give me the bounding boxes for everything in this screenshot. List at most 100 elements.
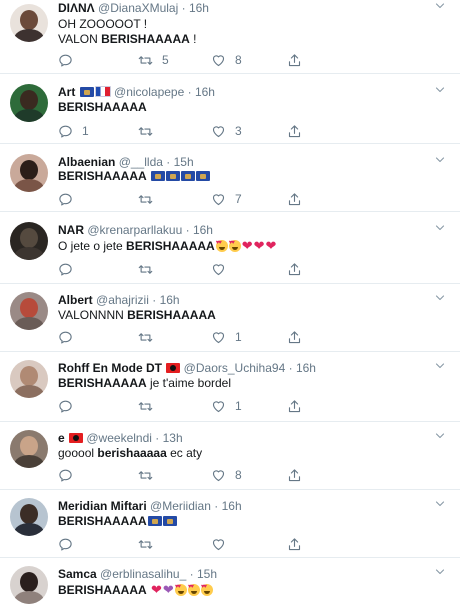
timestamp[interactable]: 16h — [189, 1, 209, 15]
retweet-button[interactable]: 5 — [138, 52, 169, 68]
retweet-icon — [138, 262, 153, 277]
reply-button[interactable] — [58, 467, 82, 483]
display-name[interactable]: Rohff En Mode DT — [58, 361, 162, 375]
timestamp[interactable]: 15h — [197, 567, 217, 581]
like-button[interactable]: 8 — [211, 467, 242, 483]
like-button[interactable]: 8 — [211, 52, 242, 68]
chevron-down-icon[interactable] — [434, 84, 446, 96]
france-flag-icon — [94, 86, 111, 97]
tweet[interactable]: Albaenian @__llda · 15h BERISHAAAAA 7 — [0, 144, 460, 212]
timestamp[interactable]: 16h — [193, 223, 213, 237]
user-handle[interactable]: @Meriidian — [150, 499, 211, 513]
tweet[interactable]: NAR @krenarparllakuu · 16h O jete o jete… — [0, 212, 460, 284]
tweet[interactable]: DIΛNΛ @DianaXMulaj · 16h OH ZOOOOOT ! VA… — [0, 0, 460, 74]
share-button[interactable] — [287, 398, 302, 414]
share-button[interactable] — [287, 536, 302, 552]
avatar[interactable] — [10, 84, 48, 122]
chevron-down-icon[interactable] — [434, 0, 446, 12]
retweet-button[interactable] — [138, 261, 162, 277]
tweet-actions: 1 3 — [58, 123, 448, 139]
avatar[interactable] — [10, 430, 48, 468]
chevron-down-icon[interactable] — [434, 430, 446, 442]
display-name[interactable]: Meridian Miftari — [58, 499, 147, 513]
tweet-header: DIΛNΛ @DianaXMulaj · 16h — [58, 1, 209, 15]
avatar[interactable] — [10, 222, 48, 260]
display-name[interactable]: Art — [58, 85, 75, 99]
share-button[interactable] — [287, 467, 302, 483]
timestamp[interactable]: 16h — [160, 293, 180, 307]
avatar[interactable] — [10, 4, 48, 42]
display-name[interactable]: NAR — [58, 223, 84, 237]
like-button[interactable]: 1 — [211, 398, 242, 414]
share-button[interactable] — [287, 52, 302, 68]
reply-button[interactable] — [58, 329, 82, 345]
chevron-down-icon[interactable] — [434, 360, 446, 372]
user-handle[interactable]: @krenarparllakuu — [87, 223, 182, 237]
user-handle[interactable]: @erblinasalihu_ — [100, 567, 186, 581]
purple-heart-icon: ❤ — [162, 582, 174, 597]
retweet-button[interactable] — [138, 191, 162, 207]
tweet[interactable]: e @weekelndi · 13h gooool berishaaaaa ec… — [0, 422, 460, 490]
avatar[interactable] — [10, 566, 48, 604]
tweet-actions: 7 — [58, 191, 448, 207]
avatar[interactable] — [10, 292, 48, 330]
timestamp[interactable]: 16h — [296, 361, 316, 375]
tweet[interactable]: Meridian Miftari @Meriidian · 16h BERISH… — [0, 490, 460, 558]
tweet[interactable]: Art @nicolapepe · 16h BERISHAAAAA 1 3 — [0, 74, 460, 144]
user-handle[interactable]: @Daors_Uchiha94 — [184, 361, 286, 375]
timestamp[interactable]: 16h — [222, 499, 242, 513]
reply-button[interactable] — [58, 261, 82, 277]
share-button[interactable] — [287, 261, 302, 277]
like-button[interactable]: 3 — [211, 123, 242, 139]
reply-button[interactable] — [58, 398, 82, 414]
share-icon — [287, 53, 302, 68]
heart-eyes-emoji-icon — [187, 584, 200, 596]
timestamp[interactable]: 15h — [174, 155, 194, 169]
reply-button[interactable]: 1 — [58, 123, 89, 139]
timestamp[interactable]: 13h — [163, 431, 183, 445]
chevron-down-icon[interactable] — [434, 498, 446, 510]
retweet-button[interactable] — [138, 536, 162, 552]
avatar[interactable] — [10, 360, 48, 398]
like-button[interactable] — [211, 261, 235, 277]
share-button[interactable] — [287, 191, 302, 207]
retweet-button[interactable] — [138, 123, 162, 139]
display-name[interactable]: Samca — [58, 567, 97, 581]
reply-button[interactable] — [58, 52, 82, 68]
user-handle[interactable]: @nicolapepe — [114, 85, 184, 99]
display-name[interactable]: Albert — [58, 293, 93, 307]
chevron-down-icon[interactable] — [434, 566, 446, 578]
reply-button[interactable] — [58, 191, 82, 207]
retweet-icon — [138, 537, 153, 552]
user-handle[interactable]: @weekelndi — [86, 431, 152, 445]
reply-icon — [58, 399, 73, 414]
like-button[interactable]: 1 — [211, 329, 242, 345]
display-name[interactable]: e — [58, 431, 65, 445]
user-handle[interactable]: @DianaXMulaj — [98, 1, 178, 15]
share-button[interactable] — [287, 123, 302, 139]
user-handle[interactable]: @ahajrizii — [96, 293, 149, 307]
tweet-text: BERISHAAAAA je t'aime bordel — [58, 376, 232, 390]
display-name[interactable]: DIΛNΛ — [58, 1, 95, 15]
retweet-button[interactable] — [138, 467, 162, 483]
avatar[interactable] — [10, 498, 48, 536]
timestamp[interactable]: 16h — [195, 85, 215, 99]
share-icon — [287, 124, 302, 139]
tweet[interactable]: Samca @erblinasalihu_ · 15h BERISHAAAAA … — [0, 558, 460, 604]
share-button[interactable] — [287, 329, 302, 345]
tweet[interactable]: Albert @ahajrizii · 16h VALONNNN BERISHA… — [0, 284, 460, 352]
display-name[interactable]: Albaenian — [58, 155, 115, 169]
chevron-down-icon[interactable] — [434, 222, 446, 234]
avatar[interactable] — [10, 154, 48, 192]
like-button[interactable]: 7 — [211, 191, 242, 207]
retweet-button[interactable] — [138, 329, 162, 345]
user-handle[interactable]: @__llda — [119, 155, 163, 169]
kosovo-flag-icon — [196, 171, 211, 181]
retweet-button[interactable] — [138, 398, 162, 414]
chevron-down-icon[interactable] — [434, 154, 446, 166]
tweet[interactable]: Rohff En Mode DT @Daors_Uchiha94 · 16h B… — [0, 352, 460, 422]
like-button[interactable] — [211, 536, 235, 552]
chevron-down-icon[interactable] — [434, 292, 446, 304]
tweet-header: Rohff En Mode DT @Daors_Uchiha94 · 16h — [58, 361, 316, 375]
reply-button[interactable] — [58, 536, 82, 552]
